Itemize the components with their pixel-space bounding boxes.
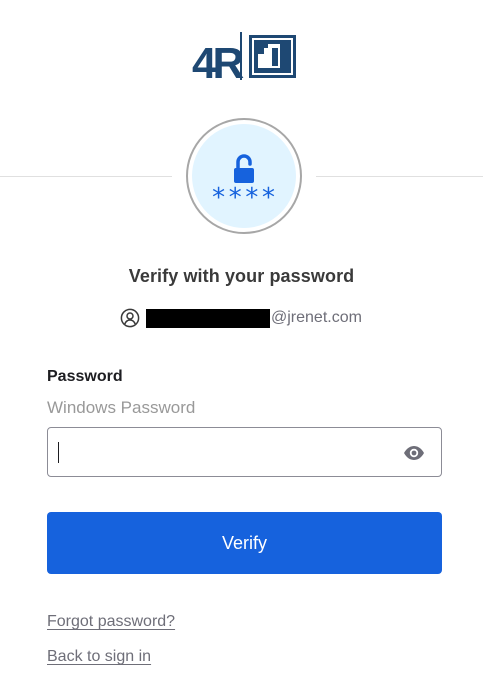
verify-button[interactable]: Verify: [47, 512, 442, 574]
password-factor-badge: ****: [186, 118, 302, 234]
back-to-sign-in-link[interactable]: Back to sign in: [47, 648, 151, 666]
password-label: Password: [47, 368, 123, 385]
divider-left: [0, 176, 172, 177]
logo-text: 4R: [192, 39, 243, 80]
page-title: Verify with your password: [128, 266, 355, 286]
redacted-username: [146, 308, 270, 328]
user-identifier: @jrenet.com: [120, 308, 362, 328]
factor-badge-inner: ****: [192, 124, 296, 228]
company-logo: 4R: [192, 32, 296, 88]
eye-icon[interactable]: [403, 445, 425, 461]
user-circle-icon: [120, 308, 140, 328]
forgot-password-link[interactable]: Forgot password?: [47, 613, 175, 631]
password-input[interactable]: [60, 436, 394, 470]
email-domain: @jrenet.com: [271, 309, 362, 326]
divider-right: [316, 176, 483, 177]
password-mask-text: ****: [211, 183, 278, 213]
password-hint: Windows Password: [47, 398, 196, 417]
text-cursor: [58, 442, 59, 463]
unlock-icon: [234, 154, 254, 183]
password-field-container[interactable]: [47, 427, 442, 477]
